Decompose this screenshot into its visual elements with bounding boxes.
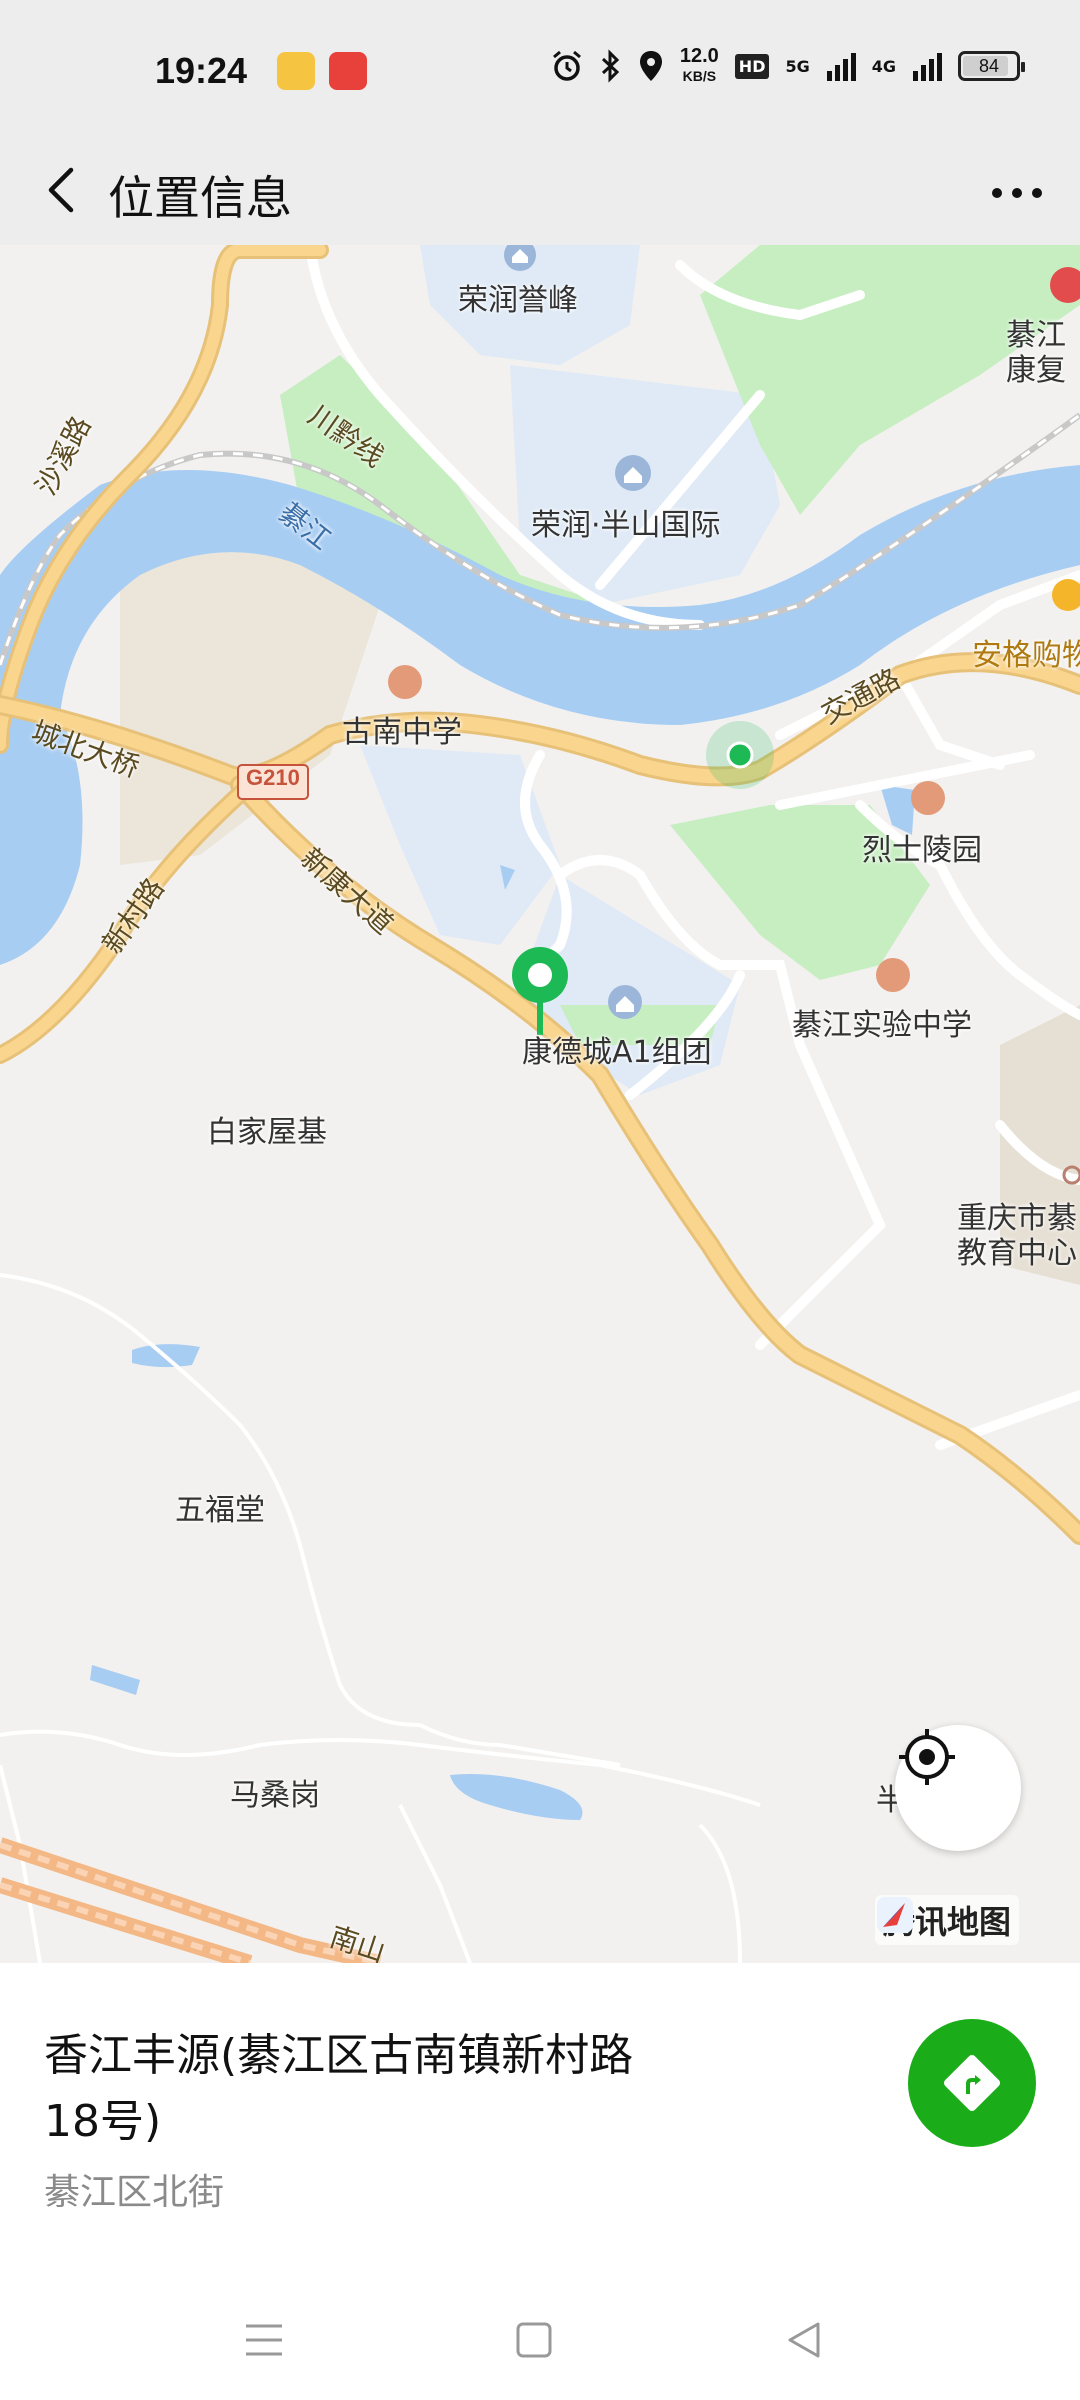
tencent-map-logo-icon [877, 1897, 913, 1933]
bluetooth-icon [601, 49, 620, 83]
my-location-button[interactable] [895, 1725, 1021, 1851]
map-pond [90, 1665, 140, 1695]
more-dots-icon [992, 188, 1042, 198]
title-bar: 位置信息 [0, 140, 1080, 245]
map-highway [0, 1837, 382, 1963]
status-time: 19:24 [155, 50, 248, 91]
map-label-place: 白家屋基 [207, 1115, 327, 1150]
map-label-place: 安格购物 [972, 638, 1080, 673]
home-button[interactable] [506, 2312, 562, 2368]
map-label-place: 烈士陵园 [862, 833, 982, 868]
navigation-icon [943, 2054, 1001, 2112]
status-bar: 19:24 12.0 KB/S HD 5G 4G 84 [0, 0, 1080, 140]
square-icon [516, 2322, 552, 2358]
navigate-button[interactable] [908, 2019, 1036, 2147]
back-button[interactable] [30, 160, 90, 220]
map-provider-logo: 腾讯地图 [875, 1895, 1020, 1945]
signal-icon [826, 53, 856, 81]
map-label-place: 马桑岗 [230, 1778, 320, 1813]
app-notification-icon [277, 52, 315, 90]
location-info-panel: 香江丰源(綦江区古南镇新村路18号) 綦江区北街 [0, 1963, 1080, 2223]
more-options-button[interactable] [982, 158, 1052, 228]
map-label-place: 五福堂 [175, 1493, 265, 1528]
map-label-place: 康德城A1组团 [522, 1035, 712, 1070]
map-country-roads [0, 1273, 761, 1963]
map-label-place: 荣润誉峰 [458, 283, 578, 318]
map-label-place: 綦江实验中学 [792, 1008, 972, 1043]
menu-button[interactable] [236, 2312, 292, 2368]
system-navigation-bar [0, 2280, 1080, 2400]
menu-icon [246, 2324, 282, 2356]
net-speed: 12.0 KB/S [679, 45, 719, 84]
triangle-back-icon [788, 2322, 820, 2358]
battery-indicator: 84 [958, 51, 1025, 81]
alarm-icon [552, 50, 581, 81]
signal-icon [913, 53, 942, 81]
hd-badge: HD [734, 53, 770, 79]
map-label-place: 荣润·半山国际 [531, 508, 721, 543]
map-label-place: 古南中学 [342, 715, 462, 750]
user-location-dot [706, 721, 774, 789]
map-view[interactable]: 荣润誉峰 荣润·半山国际 綦江 康复 安格购物 古南中学 烈士陵园 康德城A1组… [0, 245, 1080, 1963]
place-name: 香江丰源(綦江区古南镇新村路18号) [44, 2030, 634, 2147]
place-address: 綦江区北街 [44, 2172, 225, 2213]
app-notification-icon [329, 52, 367, 90]
map-pond [450, 1774, 583, 1820]
crosshair-icon [899, 1729, 955, 1785]
map-label-place: 康复 [1006, 353, 1066, 388]
map-label-road: G210 [246, 765, 300, 790]
location-icon [639, 51, 662, 81]
chevron-left-icon [48, 167, 74, 213]
back-nav-button[interactable] [776, 2312, 832, 2368]
network-5g-label: 5G [785, 56, 810, 76]
network-4g-label: 4G [871, 56, 896, 76]
status-icons: 12.0 KB/S HD 5G 4G 84 [550, 45, 1025, 86]
map-label-place: 教育中心 [957, 1236, 1077, 1271]
page-title: 位置信息 [108, 171, 292, 225]
